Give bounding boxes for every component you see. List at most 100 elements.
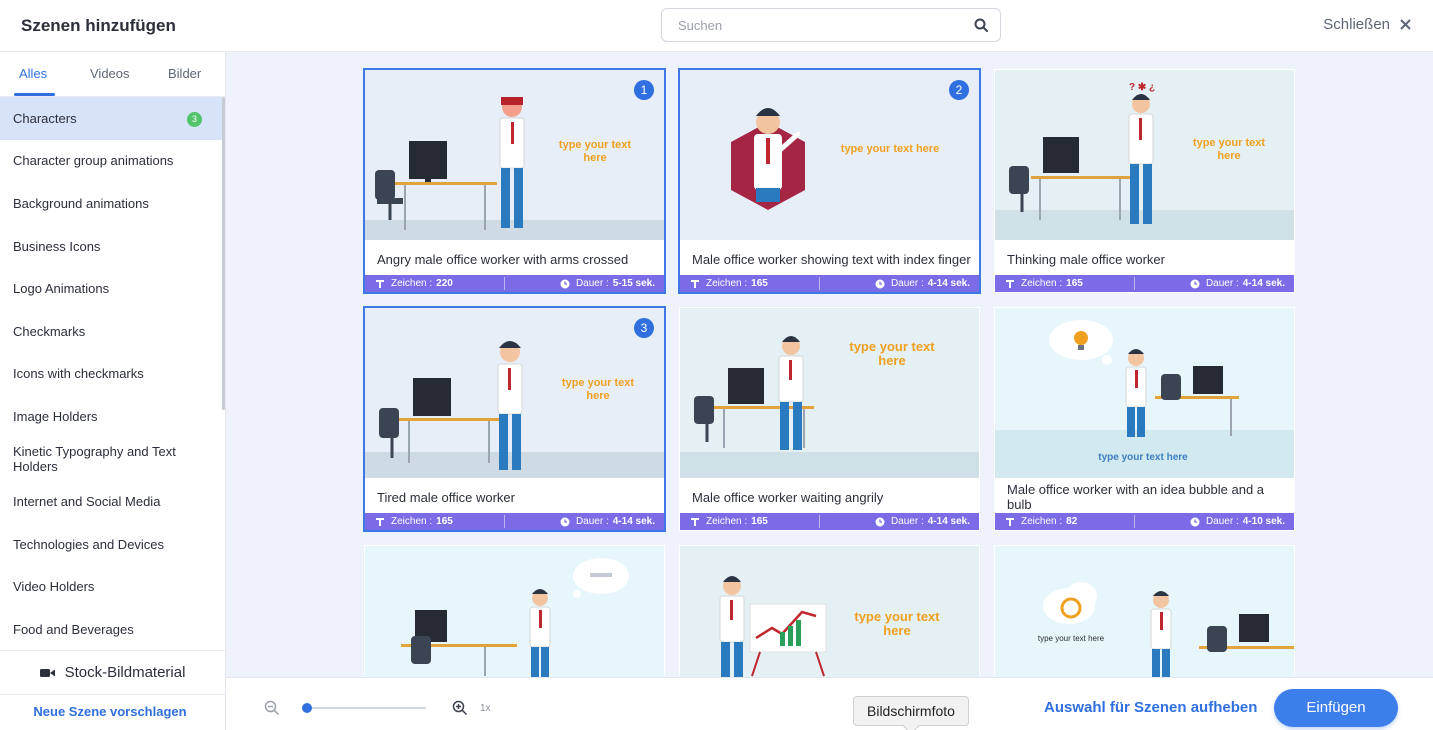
category-checkmarks[interactable]: Checkmarks: [0, 310, 222, 353]
category-characters[interactable]: Characters 3: [0, 97, 222, 140]
scene-illustration: type your text here: [995, 546, 1294, 677]
scene-card[interactable]: type your text here 1 Angry male office w…: [363, 68, 666, 294]
scene-card[interactable]: type your text here Male office worker wa…: [679, 307, 980, 531]
search-input[interactable]: [678, 9, 958, 41]
zoom-slider[interactable]: [302, 703, 426, 713]
scene-illustration: type your text here: [365, 308, 664, 478]
screenshot-tooltip: Bildschirmfoto: [853, 696, 969, 726]
scene-thumbnail: type your text here: [365, 70, 664, 240]
duration-value: 4-10 sek.: [1242, 516, 1285, 527]
close-button[interactable]: Schließen: [1323, 16, 1411, 33]
category-label: Internet and Social Media: [13, 494, 161, 510]
duration-value: 4-14 sek.: [612, 516, 655, 527]
category-label: Background animations: [13, 195, 149, 211]
category-label: Icons with checkmarks: [13, 366, 144, 382]
scene-card[interactable]: type your text here 2 Male office worker…: [678, 68, 981, 294]
category-label: Kinetic Typography and Text Holders: [13, 444, 176, 475]
sidebar-scrollbar[interactable]: [222, 97, 225, 410]
duration-value: 5-15 sek.: [612, 278, 655, 289]
zoom-slider-handle[interactable]: [302, 703, 312, 713]
scene-caption: Thinking male office worker: [1007, 251, 1165, 267]
scene-caption: Male office worker with an idea bubble a…: [1007, 482, 1265, 512]
scene-illustration: type your text here: [680, 70, 979, 240]
category-kinetic-typography[interactable]: Kinetic Typography and Text Holders: [0, 438, 222, 481]
chars-value: 165: [751, 516, 768, 527]
category-background-animations[interactable]: Background animations: [0, 182, 222, 225]
scene-grid: type your text here 1 Angry male office w…: [226, 52, 1433, 677]
scene-meta-bar: Zeichen :82 Dauer :4-10 sek.: [995, 513, 1294, 530]
scene-meta-bar: Zeichen :220 Dauer :5-15 sek.: [365, 275, 664, 292]
scene-caption: Male office worker waiting angrily: [692, 489, 884, 505]
category-label: Image Holders: [13, 408, 98, 424]
duration-label: Dauer :: [575, 516, 609, 527]
scene-meta-bar: Zeichen :165 Dauer :4-14 sek.: [995, 275, 1294, 292]
category-label: Business Icons: [13, 238, 101, 254]
clock-icon: [560, 279, 570, 288]
thumb-placeholder-text: type your text here: [841, 143, 939, 155]
stock-footage-button[interactable]: Stock-Bildmaterial: [0, 650, 225, 695]
scene-illustration: [365, 546, 664, 677]
scene-card[interactable]: type your text here: [994, 545, 1295, 677]
search-icon[interactable]: [974, 18, 988, 32]
category-label: Logo Animations: [13, 281, 110, 297]
category-label: Characters: [13, 110, 77, 126]
scene-illustration: type your text here: [995, 308, 1294, 478]
selection-order-badge: 2: [949, 80, 969, 100]
scene-thumbnail: type your text here: [680, 546, 979, 677]
search-box[interactable]: [661, 8, 1001, 42]
chars-label: Zeichen :: [1021, 278, 1063, 289]
selection-order-badge: 3: [634, 318, 654, 338]
scene-thumbnail: type your text here: [995, 308, 1294, 478]
stock-footage-label: Stock-Bildmaterial: [64, 664, 186, 681]
selection-order-badge: 1: [634, 80, 654, 100]
scene-caption: Male office worker showing text with ind…: [692, 251, 971, 267]
scene-card[interactable]: type your text here: [679, 545, 980, 677]
chars-label: Zeichen :: [706, 516, 748, 527]
scene-thumbnail: type your text here: [365, 308, 664, 478]
insert-button[interactable]: Einfügen: [1274, 689, 1398, 727]
duration-label: Dauer :: [1205, 278, 1239, 289]
tab-images[interactable]: Bilder: [168, 66, 201, 81]
scene-caption: Tired male office worker: [377, 489, 515, 505]
scene-meta-bar: Zeichen :165 Dauer :4-14 sek.: [365, 513, 664, 530]
category-internet-social-media[interactable]: Internet and Social Media: [0, 480, 222, 523]
scene-meta-bar: Zeichen :165 Dauer :4-14 sek.: [680, 513, 979, 530]
tab-all[interactable]: Alles: [19, 66, 47, 81]
category-video-holders[interactable]: Video Holders: [0, 566, 222, 609]
category-business-icons[interactable]: Business Icons: [0, 225, 222, 268]
video-camera-icon: [39, 668, 55, 677]
text-icon: [691, 279, 699, 288]
category-image-holders[interactable]: Image Holders: [0, 395, 222, 438]
clock-icon: [560, 517, 570, 526]
zoom-out-icon[interactable]: [264, 700, 280, 716]
zoom-level: 1x: [480, 703, 491, 714]
text-icon: [691, 517, 699, 526]
scene-illustration: type your text here: [365, 70, 664, 240]
category-logo-animations[interactable]: Logo Animations: [0, 267, 222, 310]
zoom-in-icon[interactable]: [452, 700, 468, 716]
clock-icon: [1190, 279, 1200, 288]
chars-label: Zeichen :: [1021, 516, 1063, 527]
chars-value: 82: [1066, 516, 1078, 527]
category-label: Food and Beverages: [13, 621, 134, 637]
scene-thumbnail: ? ✱ ¿ type your text here: [995, 70, 1294, 240]
scene-meta-bar: Zeichen :165 Dauer :4-14 sek.: [680, 275, 979, 292]
scene-card[interactable]: type your text here Male office worker w…: [994, 307, 1295, 531]
deselect-scenes-button[interactable]: Auswahl für Szenen aufheben: [1044, 699, 1257, 716]
scene-caption: Angry male office worker with arms cross…: [377, 251, 629, 267]
scene-thumbnail: [365, 546, 664, 677]
category-food-beverages[interactable]: Food and Beverages: [0, 608, 222, 651]
tab-videos[interactable]: Videos: [90, 66, 130, 81]
category-technologies-devices[interactable]: Technologies and Devices: [0, 523, 222, 566]
scene-card[interactable]: type your text here 3 Tired male office w…: [363, 306, 666, 532]
duration-label: Dauer :: [890, 278, 924, 289]
category-list: Characters 3 Character group animations B…: [0, 97, 222, 651]
category-character-group-animations[interactable]: Character group animations: [0, 140, 222, 183]
suggest-scene-link[interactable]: Neue Szene vorschlagen: [0, 704, 220, 726]
scene-thumbnail: type your text here: [995, 546, 1294, 677]
scene-card[interactable]: [364, 545, 665, 677]
scene-illustration: type your text here: [680, 546, 979, 677]
scene-card[interactable]: ? ✱ ¿ type your text here Thinking male o…: [994, 69, 1295, 293]
chars-label: Zeichen :: [706, 278, 748, 289]
category-icons-with-checkmarks[interactable]: Icons with checkmarks: [0, 353, 222, 396]
